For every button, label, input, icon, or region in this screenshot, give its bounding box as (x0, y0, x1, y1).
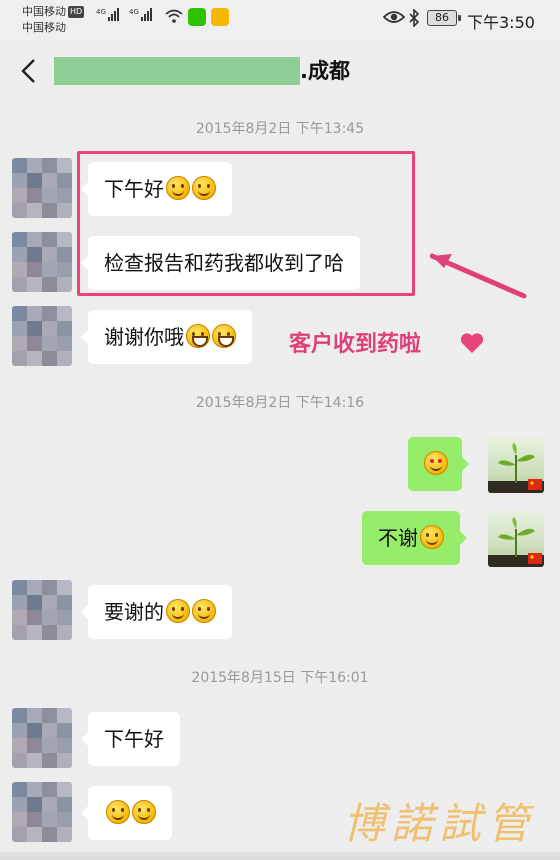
contact-avatar[interactable] (12, 158, 72, 218)
contact-name-redacted (54, 57, 300, 85)
timestamp: 2015年8月15日 下午16:01 (191, 670, 369, 686)
status-bar: 中国移动 HD 中国移动 4G 4G 86 下午3:50 (0, 0, 560, 40)
message-bubble[interactable]: 下午好 (81, 712, 180, 766)
carrier-label-1: 中国移动 HD (22, 5, 85, 18)
contact-avatar[interactable] (12, 232, 72, 292)
hd-badge: HD (68, 6, 85, 18)
timestamp: 2015年8月2日 下午13:45 (195, 121, 365, 137)
annotation-arrow-icon (430, 253, 527, 299)
signal-icon-2: 4G (129, 8, 152, 21)
chevron-left-icon[interactable] (14, 54, 44, 88)
mail-notification-icon (211, 8, 229, 26)
battery-icon: 86 (427, 10, 461, 26)
wifi-icon (165, 9, 183, 23)
grin-emoji-icon (186, 324, 210, 348)
love-eyes-emoji-icon (424, 451, 448, 475)
message-bubble[interactable]: 要谢的 (81, 585, 232, 639)
contact-avatar[interactable] (12, 782, 72, 842)
my-avatar[interactable] (488, 511, 544, 567)
annotation-note: 客户收到药啦 (289, 331, 422, 357)
smile-emoji-icon (106, 800, 130, 824)
message-text: 要谢的 (104, 600, 164, 624)
grin-emoji-icon (212, 324, 236, 348)
signal-icon-1: 4G (96, 8, 119, 21)
message-text: 不谢 (378, 526, 418, 550)
eye-icon (383, 11, 405, 23)
smile-emoji-icon (132, 800, 156, 824)
contact-avatar[interactable] (12, 306, 72, 366)
message-text: 谢谢你哦 (104, 325, 184, 349)
message-text: 下午好 (104, 727, 164, 751)
smile-emoji-icon (166, 599, 190, 623)
timestamp: 2015年8月2日 下午14:16 (195, 395, 365, 411)
status-time: 下午3:50 (467, 13, 535, 32)
input-bar-edge (0, 852, 560, 860)
carrier-label-2: 中国移动 (22, 21, 66, 34)
my-avatar[interactable] (488, 437, 544, 493)
contact-avatar[interactable] (12, 580, 72, 640)
heart-icon (460, 333, 484, 353)
contact-avatar[interactable] (12, 708, 72, 768)
bluetooth-icon (409, 9, 420, 27)
message-bubble-self[interactable] (408, 437, 469, 491)
smile-emoji-icon (420, 525, 444, 549)
message-bubble[interactable]: 谢谢你哦 (81, 310, 252, 364)
smile-emoji-icon (192, 599, 216, 623)
chat-title: .成都 (300, 59, 350, 83)
watermark: 博諾試管 (343, 799, 536, 848)
highlight-box (77, 151, 415, 296)
wechat-notification-icon (188, 8, 206, 26)
message-bubble[interactable] (81, 786, 172, 840)
message-bubble-self[interactable]: 不谢 (362, 511, 467, 565)
